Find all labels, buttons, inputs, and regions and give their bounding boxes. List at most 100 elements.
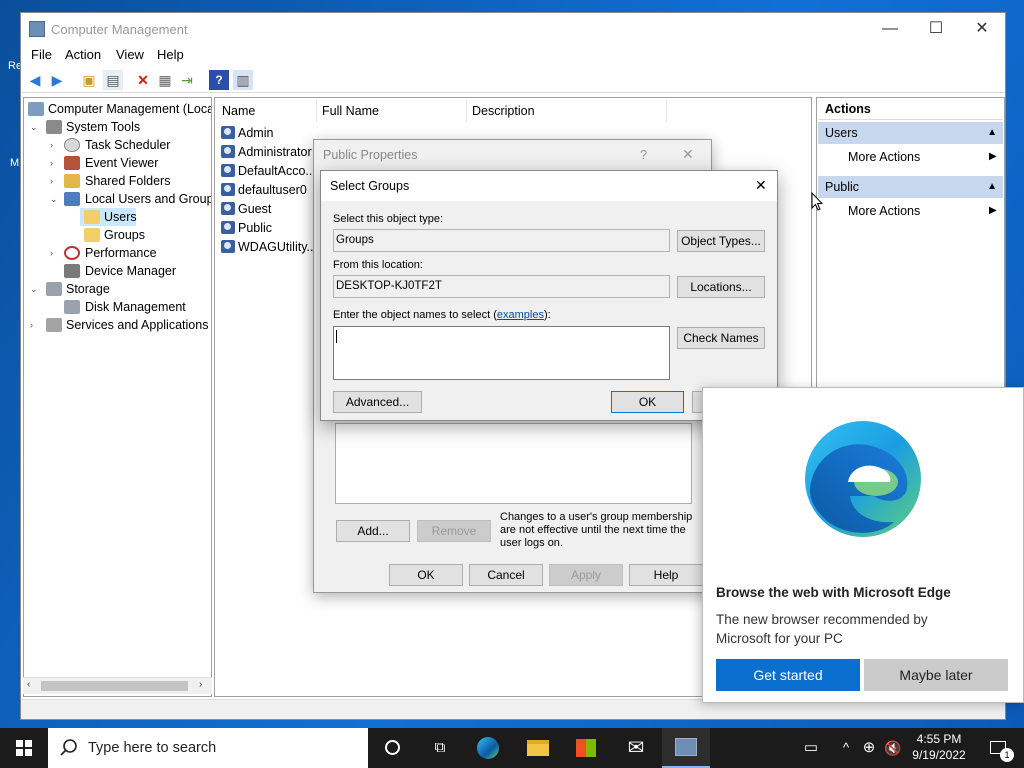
tree-label: Groups — [104, 228, 145, 242]
more-actions-users[interactable]: More Actions — [848, 150, 920, 164]
collapse-up-icon[interactable]: ▲ — [987, 176, 997, 198]
close-icon[interactable]: ✕ — [755, 177, 767, 194]
remove-button[interactable]: Remove — [417, 520, 491, 542]
help-icon[interactable]: ? — [209, 70, 229, 90]
user-icon — [221, 126, 235, 139]
ok-button[interactable]: OK — [389, 564, 463, 586]
location-field: DESKTOP-KJ0TF2T — [333, 275, 670, 298]
locations-button[interactable]: Locations... — [677, 276, 765, 298]
menu-action[interactable]: Action — [65, 47, 101, 62]
list-item[interactable]: Public — [221, 219, 272, 238]
close-icon[interactable]: ✕ — [682, 146, 694, 163]
menu-help[interactable]: Help — [157, 47, 184, 62]
collapse-up-icon[interactable]: ▲ — [987, 122, 997, 144]
maybe-later-button[interactable]: Maybe later — [864, 659, 1008, 691]
help-question-icon[interactable]: ? — [640, 147, 647, 162]
list-item[interactable]: WDAGUtility... — [221, 238, 317, 257]
column-header-description[interactable]: Description — [472, 104, 535, 118]
clock[interactable]: 4:55 PM 9/19/2022 — [906, 731, 972, 763]
add-button[interactable]: Add... — [336, 520, 410, 542]
volume-muted-icon[interactable]: 🔇 — [882, 728, 904, 768]
list-item[interactable]: Admin — [221, 124, 273, 143]
scroll-left-icon[interactable]: ‹ — [27, 679, 30, 690]
notification-center-icon[interactable]: 1 — [978, 728, 1018, 768]
list-item[interactable]: Guest — [221, 200, 271, 219]
column-header-name[interactable]: Name — [222, 104, 255, 118]
file-explorer-icon[interactable] — [514, 728, 562, 768]
chevron-right-icon[interactable]: › — [50, 154, 60, 172]
export-list-icon[interactable]: ⇥ — [177, 70, 197, 90]
close-window-button[interactable]: ✕ — [959, 13, 1005, 45]
column-divider[interactable] — [666, 100, 667, 122]
minimize-button[interactable]: — — [867, 13, 913, 45]
store-icon[interactable] — [562, 728, 610, 768]
scroll-thumb[interactable] — [41, 681, 188, 691]
edge-heading: Browse the web with Microsoft Edge — [716, 585, 951, 600]
computer-management-taskbar-icon[interactable] — [662, 728, 710, 768]
back-icon[interactable]: ◀ — [25, 70, 45, 90]
event-viewer-icon — [64, 156, 80, 170]
maximize-button[interactable]: ☐ — [913, 13, 959, 45]
chevron-down-icon[interactable]: ⌄ — [50, 190, 60, 208]
up-folder-icon[interactable]: ▣ — [79, 70, 99, 90]
clock-icon — [64, 138, 80, 152]
tree-label: Computer Management (Local — [48, 102, 212, 116]
show-hidden-icons-icon[interactable]: ^ — [836, 728, 856, 768]
member-of-list[interactable] — [335, 423, 692, 504]
get-started-button[interactable]: Get started — [716, 659, 860, 691]
submenu-arrow-icon[interactable]: ▶ — [989, 205, 997, 216]
chevron-down-icon[interactable]: ⌄ — [30, 118, 40, 136]
column-divider[interactable] — [466, 100, 467, 122]
advanced-button[interactable]: Advanced... — [333, 391, 422, 413]
chevron-right-icon[interactable]: › — [50, 244, 60, 262]
examples-link[interactable]: examples — [497, 309, 544, 321]
edge-taskbar-icon[interactable] — [464, 728, 512, 768]
notification-count-badge: 1 — [1000, 748, 1014, 762]
actions-section-public[interactable]: Public ▲ — [818, 176, 1003, 198]
object-types-button[interactable]: Object Types... — [677, 230, 765, 252]
tree-horizontal-scrollbar[interactable]: ‹ › — [23, 677, 212, 694]
actions-section-users[interactable]: Users ▲ — [818, 122, 1003, 144]
delete-icon[interactable]: ✕ — [133, 70, 153, 90]
tree-item-users[interactable]: Users — [80, 208, 137, 226]
menu-view[interactable]: View — [116, 47, 144, 62]
forward-icon[interactable]: ▶ — [47, 70, 67, 90]
column-divider[interactable] — [316, 100, 317, 122]
title-bar: Computer Management — ☐ ✕ — [21, 13, 1005, 45]
windows-logo-icon — [16, 740, 32, 756]
app-icon — [29, 21, 45, 37]
more-actions-public[interactable]: More Actions — [848, 204, 920, 218]
column-header-full-name[interactable]: Full Name — [322, 104, 379, 118]
task-view-icon[interactable]: ⧉ — [416, 728, 464, 768]
cancel-button[interactable]: Cancel — [469, 564, 543, 586]
list-item[interactable]: DefaultAcco... — [221, 162, 316, 181]
taskbar-search-box[interactable]: Type here to search — [48, 728, 368, 768]
mail-icon[interactable]: ✉ — [612, 728, 660, 768]
show-hide-tree-icon[interactable]: ▤ — [103, 70, 123, 90]
object-names-input[interactable] — [333, 326, 670, 380]
chevron-right-icon[interactable]: › — [50, 172, 60, 190]
help-button[interactable]: Help — [629, 564, 703, 586]
cortana-button[interactable] — [368, 728, 416, 768]
network-icon[interactable]: ⊕ — [858, 728, 880, 768]
chevron-down-icon[interactable]: ⌄ — [30, 280, 40, 298]
chevron-right-icon[interactable]: › — [30, 316, 40, 334]
tree-label: Performance — [85, 246, 157, 260]
properties-icon[interactable]: ▦ — [155, 70, 175, 90]
show-hide-action-pane-icon[interactable]: ▥ — [233, 70, 253, 90]
label-text: ): — [543, 309, 551, 321]
user-icon — [221, 240, 235, 253]
list-item[interactable]: defaultuser0 — [221, 181, 307, 200]
location-label: From this location: — [333, 259, 423, 271]
submenu-arrow-icon[interactable]: ▶ — [989, 151, 997, 162]
start-button[interactable] — [0, 728, 48, 768]
keyboard-icon[interactable]: ▭ — [796, 728, 826, 768]
list-item[interactable]: Administrator — [221, 143, 312, 162]
menu-file[interactable]: File — [31, 47, 52, 62]
chevron-right-icon[interactable]: › — [50, 136, 60, 154]
ok-button[interactable]: OK — [611, 391, 684, 413]
check-names-button[interactable]: Check Names — [677, 327, 765, 349]
apply-button[interactable]: Apply — [549, 564, 623, 586]
scroll-right-icon[interactable]: › — [199, 679, 202, 690]
shared-folder-icon — [64, 174, 80, 188]
